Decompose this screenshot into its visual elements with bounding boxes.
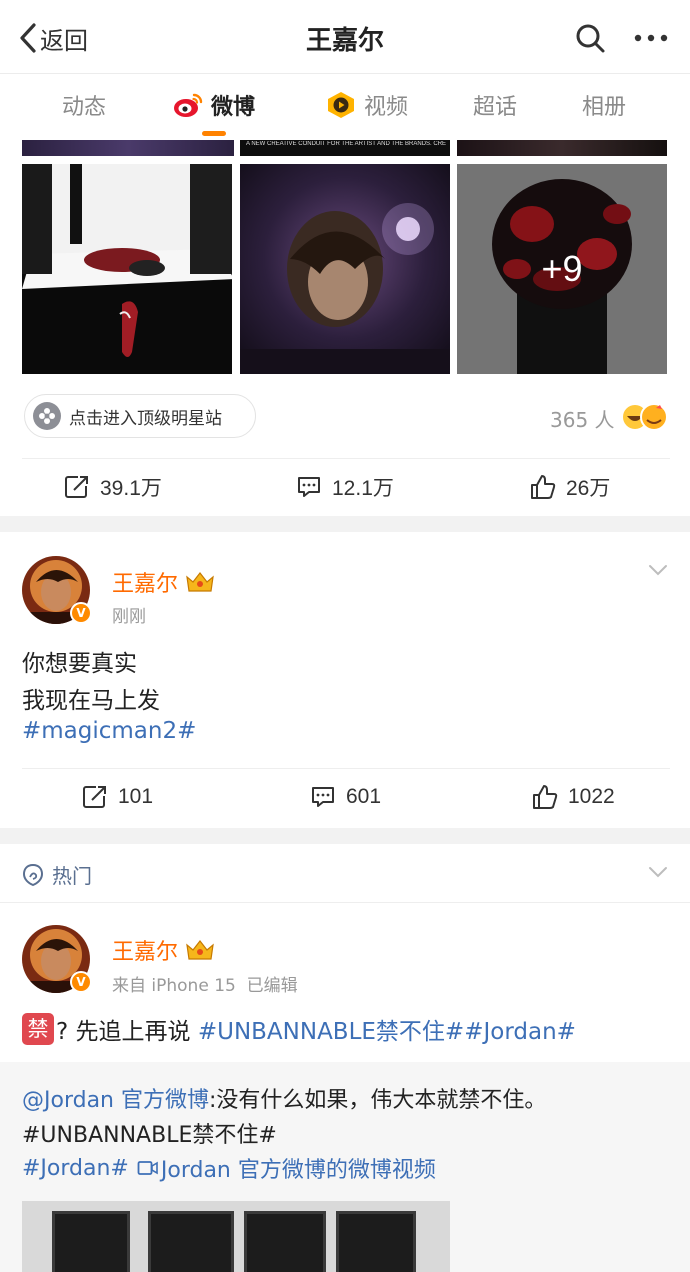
hashtag-link[interactable]: #Jordan# [22, 1156, 129, 1181]
video-thumbnail[interactable] [22, 1201, 450, 1272]
studio-photo [22, 164, 232, 374]
profile-tabs: 动态 微博 视频 超话 相册 [0, 75, 690, 139]
divider [22, 458, 670, 459]
quote-line: @Jordan 官方微博:没有什么如果，伟大本就禁不住。 [22, 1088, 547, 1113]
post-author[interactable]: 王嘉尔 [112, 566, 216, 598]
ban-badge-icon: 禁 [22, 1013, 54, 1045]
portrait-photo [240, 164, 450, 374]
divider [22, 768, 670, 769]
video-link-icon [137, 1161, 158, 1175]
cropped-image-1[interactable] [22, 140, 234, 156]
crown-badge-icon [186, 940, 214, 960]
tab-album[interactable]: 相册 [582, 89, 626, 121]
flower-icon [33, 402, 61, 430]
frame-image [52, 1211, 130, 1272]
post-author[interactable]: 王嘉尔 [112, 934, 216, 966]
star-site-label: 点击进入顶级明星站 [69, 408, 222, 429]
like-button[interactable]: 1022 [532, 784, 615, 810]
hot-section-header: 热门 [22, 860, 92, 889]
post-image-2[interactable] [240, 164, 450, 374]
emoji-reactions-icon[interactable] [620, 402, 670, 432]
divider [0, 902, 690, 903]
banner-caption: A NEW CREATIVE CONDUIT FOR THE ARTIST AN… [246, 141, 446, 147]
frame-image [148, 1211, 234, 1272]
repost-button[interactable]: 39.1万 [64, 472, 162, 502]
repost-icon [83, 786, 106, 808]
chevron-down-icon[interactable] [648, 866, 668, 878]
post-image-3[interactable]: +9 [457, 164, 667, 374]
top-nav-bar: 返回 王嘉尔 [0, 0, 690, 74]
more-icon[interactable] [634, 34, 668, 42]
hot-label: 热门 [52, 864, 92, 888]
tab-dynamics[interactable]: 动态 [62, 89, 106, 121]
post-image-1[interactable] [22, 164, 232, 374]
edited-label: 已编辑 [246, 976, 298, 996]
repost-icon [65, 476, 88, 498]
video-tab-icon [328, 92, 354, 118]
tab-super-topic[interactable]: 超话 [473, 89, 517, 121]
star-site-button[interactable]: 点击进入顶级明星站 [24, 394, 256, 438]
repost-button[interactable]: 101 [82, 784, 153, 810]
comment-icon [312, 787, 334, 807]
active-tab-indicator [202, 131, 226, 136]
like-button[interactable]: 26万 [530, 472, 610, 502]
weibo-icon [174, 93, 203, 117]
post-text-line: 你想要真实 [22, 651, 137, 677]
comment-button[interactable]: 12.1万 [296, 472, 394, 502]
section-gap [0, 516, 690, 532]
frame-image [244, 1211, 326, 1272]
search-icon[interactable] [574, 22, 606, 54]
verified-badge-icon: V [70, 971, 92, 993]
hashtag-link[interactable]: #UNBANNABLE禁不住# [22, 1117, 277, 1149]
video-link[interactable]: Jordan 官方微博的微博视频 [161, 1152, 436, 1184]
hot-icon [22, 863, 44, 886]
mention-link[interactable]: @Jordan 官方微博 [22, 1088, 209, 1113]
tab-weibo[interactable]: 微博 [173, 89, 255, 121]
cropped-image-3[interactable] [457, 140, 667, 156]
post-text: 禁 ? 先追上再说 #UNBANNABLE禁不住##Jordan# [22, 1012, 576, 1046]
more-images-count: +9 [457, 164, 667, 374]
post-text-line: 我现在马上发 [22, 688, 160, 714]
thumbs-up-icon [531, 475, 556, 499]
comment-button[interactable]: 601 [310, 784, 381, 810]
tab-video[interactable]: 视频 [326, 89, 408, 121]
chevron-down-icon[interactable] [648, 564, 668, 576]
comment-icon [298, 477, 320, 497]
post-source: 来自 iPhone 15 已编辑 [112, 976, 298, 996]
reaction-count: 365 人 [550, 408, 615, 432]
thumbs-up-icon [533, 785, 558, 809]
verified-badge-icon: V [70, 602, 92, 624]
post-time: 刚刚 [112, 607, 146, 627]
hashtag-link[interactable]: #UNBANNABLE禁不住##Jordan# [198, 1012, 576, 1046]
quote-line: #Jordan# Jordan 官方微博的微博视频 [22, 1152, 436, 1184]
cropped-image-2[interactable]: A NEW CREATIVE CONDUIT FOR THE ARTIST AN… [240, 140, 450, 156]
frame-image [336, 1211, 416, 1272]
section-gap [0, 828, 690, 844]
crown-badge-icon [186, 572, 214, 592]
hashtag-link[interactable]: #magicman2# [22, 718, 196, 744]
